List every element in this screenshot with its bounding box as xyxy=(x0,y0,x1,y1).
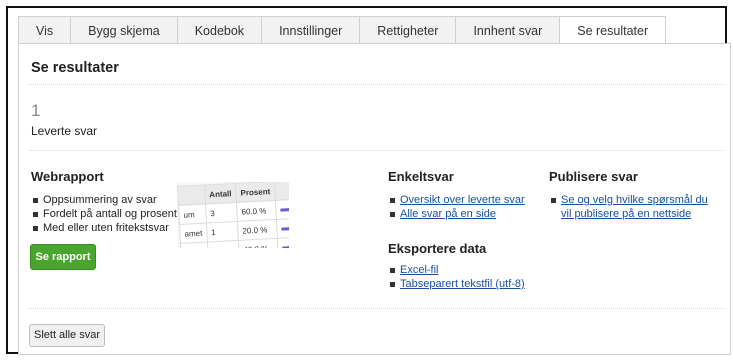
tab-innstillinger[interactable]: Innstillinger xyxy=(261,16,360,44)
preview-header: Antall xyxy=(204,183,237,205)
list-item: Se og velg hvilke spørsmål du vil publis… xyxy=(549,193,717,221)
preview-header: Prosent xyxy=(235,182,276,203)
preview-bar xyxy=(282,245,289,248)
preview-cell xyxy=(177,185,206,206)
tab-se-resultater[interactable]: Se resultater xyxy=(559,16,667,44)
excel-link[interactable]: Excel-fil xyxy=(400,264,439,276)
divider xyxy=(29,150,724,151)
preview-cell: 3 xyxy=(205,202,238,224)
webrapport-features: Oppsummering av svar Fordelt på antall o… xyxy=(31,193,177,235)
list-item: Oppsummering av svar xyxy=(31,193,177,207)
preview-cell: 40.0 % xyxy=(238,238,279,248)
overview-link[interactable]: Oversikt over leverte svar xyxy=(400,194,525,206)
tab-vis[interactable]: Vis xyxy=(18,16,71,44)
report-preview-image: Antall Prosent um 3 60.0 % amet 1 20.0 % xyxy=(177,182,289,248)
eksportere-title: Eksportere data xyxy=(388,241,487,256)
publish-links: Se og velg hvilke spørsmål du vil publis… xyxy=(549,193,717,221)
enkeltsvar-links: Oversikt over leverte svar Alle svar på … xyxy=(388,193,525,221)
publish-link[interactable]: Se og velg hvilke spørsmål du vil publis… xyxy=(561,194,708,220)
app-frame: Vis Bygg skjema Kodebok Innstillinger Re… xyxy=(6,6,731,355)
publisere-title: Publisere svar xyxy=(549,169,638,184)
preview-cell: amet xyxy=(179,223,208,244)
preview-cell xyxy=(180,241,209,248)
webrapport-title: Webrapport xyxy=(31,169,104,184)
report-preview-table: Antall Prosent um 3 60.0 % amet 1 20.0 % xyxy=(177,182,289,248)
all-answers-link[interactable]: Alle svar på en side xyxy=(400,208,496,220)
list-item: Oversikt over leverte svar xyxy=(388,193,525,207)
results-panel: Se resultater 1 Leverte svar Webrapport … xyxy=(18,43,731,355)
list-item: Med eller uten fritekstsvar xyxy=(31,221,177,235)
preview-cell: 2 xyxy=(207,240,240,248)
response-count: 1 xyxy=(31,101,41,120)
see-report-button[interactable]: Se rapport xyxy=(30,244,96,270)
list-item: Fordelt på antall og prosent xyxy=(31,207,177,221)
export-links: Excel-fil Tabseparert tekstfil (utf-8) xyxy=(388,263,525,291)
tsv-link[interactable]: Tabseparert tekstfil (utf-8) xyxy=(400,278,525,290)
preview-cell xyxy=(274,182,289,201)
divider xyxy=(29,84,724,85)
list-item: Excel-fil xyxy=(388,263,525,277)
preview-cell: 1 xyxy=(206,221,239,242)
divider xyxy=(29,308,724,309)
response-count-label: Leverte svar xyxy=(31,124,98,138)
tab-bygg-skjema[interactable]: Bygg skjema xyxy=(70,16,177,44)
enkeltsvar-title: Enkeltsvar xyxy=(388,169,454,184)
preview-cell: 60.0 % xyxy=(236,200,277,222)
list-item: Tabseparert tekstfil (utf-8) xyxy=(388,277,525,291)
preview-cell: 20.0 % xyxy=(237,219,278,241)
preview-bar-cell xyxy=(276,217,289,239)
list-item: Alle svar på en side xyxy=(388,207,525,221)
page-title: Se resultater xyxy=(31,60,119,76)
preview-bar-cell xyxy=(275,198,289,220)
tab-kodebok[interactable]: Kodebok xyxy=(176,16,262,44)
preview-bar xyxy=(280,207,289,212)
delete-all-button[interactable]: Slett alle svar xyxy=(29,324,105,347)
tab-rettigheter[interactable]: Rettigheter xyxy=(359,16,456,44)
tab-innhent-svar[interactable]: Innhent svar xyxy=(455,16,560,44)
preview-cell: um xyxy=(178,204,207,225)
tab-bar: Vis Bygg skjema Kodebok Innstillinger Re… xyxy=(18,16,667,44)
preview-bar xyxy=(281,227,289,231)
preview-bar-cell xyxy=(277,236,289,248)
